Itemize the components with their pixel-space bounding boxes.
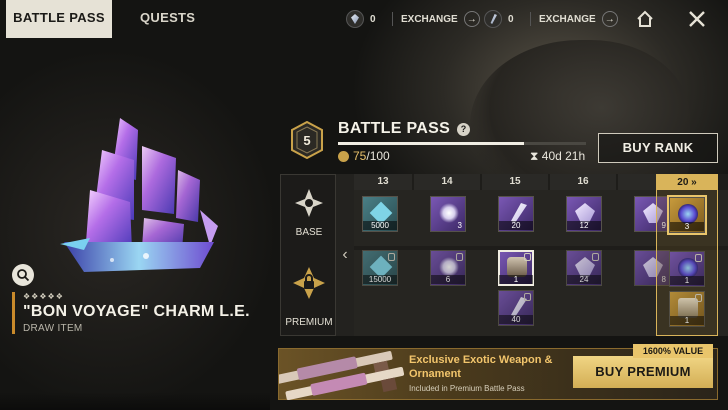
base-track-label: BASE	[281, 175, 337, 247]
help-icon[interactable]: ?	[457, 123, 470, 136]
divider	[530, 12, 531, 26]
level-13: 13	[354, 174, 412, 190]
item-info: ❖❖❖❖❖ "BON VOYAGE" CHARM L.E. DRAW ITEM	[12, 292, 250, 334]
xp-progress-fill	[338, 142, 524, 145]
reward-quantity: 20	[499, 221, 533, 230]
tab-quests[interactable]: QUESTS	[140, 0, 195, 36]
item-type: DRAW ITEM	[23, 323, 83, 334]
premium-label: PREMIUM	[285, 317, 333, 328]
reward-quantity: 1	[670, 276, 704, 285]
promo-subtitle: Included in Premium Battle Pass	[409, 384, 525, 393]
rank-badge: 5	[291, 121, 323, 159]
inspect-icon[interactable]	[12, 264, 34, 286]
reward-premium-20-extra[interactable]: 1	[669, 291, 705, 327]
reward-premium-15-extra[interactable]: 40	[498, 290, 534, 326]
xp-icon	[338, 150, 349, 162]
level-16: 16	[550, 174, 616, 190]
rank-number: 5	[303, 133, 310, 148]
reward-quantity: 1	[670, 316, 704, 325]
premium-track-label: PREMIUM	[281, 251, 337, 337]
feather-amount: 0	[508, 13, 514, 25]
double-chevron-right-icon[interactable]: »	[691, 177, 697, 188]
level-14: 14	[414, 174, 480, 190]
exchange-feather-button[interactable]: EXCHANGE	[539, 14, 596, 25]
premium-emblem-icon	[293, 267, 325, 299]
base-label: BASE	[295, 227, 323, 238]
tab-underline	[6, 36, 112, 38]
reward-premium-13[interactable]: 15000	[362, 250, 398, 286]
reward-quantity: 40	[499, 315, 533, 324]
buy-premium-button[interactable]: BUY PREMIUM	[573, 356, 713, 388]
item-name: "BON VOYAGE" CHARM L.E.	[23, 303, 250, 320]
level-20-highlight: 20 » 3 1 1	[656, 174, 718, 336]
reward-premium-14[interactable]: 6	[430, 250, 466, 286]
reward-quantity: 24	[567, 275, 601, 284]
xp-total: /100	[366, 149, 390, 163]
xp-progress-bar	[338, 142, 586, 145]
reward-quantity: 3	[457, 221, 462, 230]
ship-charm-image	[60, 118, 218, 272]
xp-current: 75	[353, 149, 367, 163]
lock-icon	[524, 253, 531, 261]
rarity-diamonds: ❖❖❖❖❖	[23, 292, 64, 301]
crystal-icon	[575, 203, 595, 223]
battle-pass-title: BATTLE PASS	[338, 120, 451, 137]
reward-base-20[interactable]: 3	[667, 195, 707, 235]
feather-icon	[484, 10, 502, 28]
level-20: 20 »	[657, 175, 717, 190]
value-badge: 1600% VALUE	[633, 344, 713, 358]
reward-quantity: 3	[670, 222, 704, 231]
lock-icon	[456, 253, 463, 261]
currency-crystal: 0 EXCHANGE →	[346, 8, 480, 30]
tab-battle-pass[interactable]: BATTLE PASS	[6, 0, 112, 36]
reward-quantity: 1	[499, 275, 533, 284]
reward-quantity: 6	[431, 275, 465, 284]
reward-quantity: 15000	[363, 275, 397, 284]
reward-base-16[interactable]: 12	[566, 196, 602, 232]
bottom-fade	[0, 392, 270, 410]
reward-quantity: 12	[567, 221, 601, 230]
home-icon[interactable]	[632, 6, 658, 32]
divider	[392, 12, 393, 26]
base-emblem-icon	[295, 189, 323, 217]
hourglass-icon: ⧗	[530, 149, 539, 163]
weapon-ornament-image	[279, 351, 405, 401]
chevron-left-icon[interactable]: ‹	[336, 174, 354, 336]
reward-base-13[interactable]: 5000	[362, 196, 398, 232]
currency-feather: 0 EXCHANGE →	[484, 8, 618, 30]
reward-base-14[interactable]: 3	[430, 196, 466, 232]
xp-readout: 75/100	[338, 149, 390, 163]
promo-title: Exclusive Exotic Weapon & Ornament	[409, 354, 553, 380]
top-bar: BATTLE PASS QUESTS 0 EXCHANGE → 0 EXCHAN…	[0, 0, 728, 38]
crystal-amount: 0	[370, 13, 376, 25]
feather-icon	[439, 203, 459, 223]
lock-icon	[695, 294, 702, 302]
level-15: 15	[482, 174, 548, 190]
feather-icon	[511, 203, 527, 223]
reward-quantity: 5000	[363, 221, 397, 230]
season-timer: ⧗ 40d 21h	[530, 149, 585, 164]
timer-value: 40d 21h	[541, 149, 586, 163]
reward-base-15[interactable]: 20	[498, 196, 534, 232]
exchange-crystal-button[interactable]: EXCHANGE	[401, 14, 458, 25]
lock-icon	[388, 253, 395, 261]
buy-rank-button[interactable]: BUY RANK	[598, 133, 718, 163]
lock-icon	[524, 293, 531, 301]
reward-premium-16[interactable]: 24	[566, 250, 602, 286]
close-icon[interactable]	[684, 6, 710, 32]
lock-icon	[592, 253, 599, 261]
orb-icon	[678, 204, 698, 224]
reward-premium-15[interactable]: 1	[498, 250, 534, 286]
track-labels: BASE PREMIUM	[280, 174, 336, 336]
reward-premium-20[interactable]: 1	[669, 251, 705, 287]
lock-icon	[695, 254, 702, 262]
crystal-icon	[346, 10, 364, 28]
arrow-right-icon[interactable]: →	[601, 11, 618, 27]
arrow-right-icon[interactable]: →	[463, 11, 480, 27]
